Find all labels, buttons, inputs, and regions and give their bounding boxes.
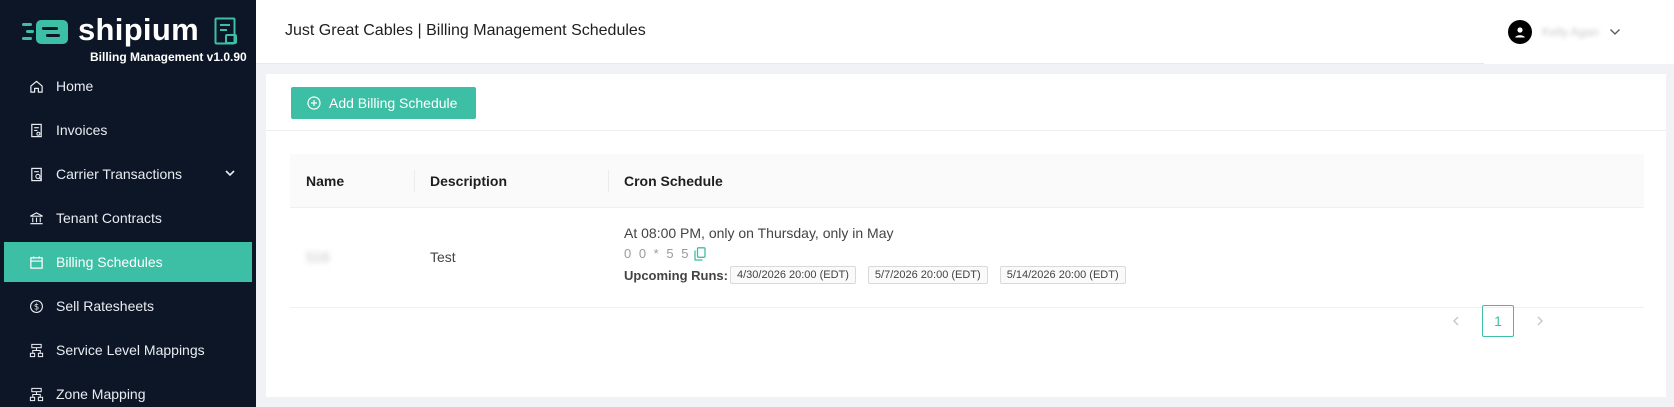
user-menu[interactable]: Kelly Agan — [1508, 20, 1621, 44]
sidebar-item-carrier-transactions[interactable]: Carrier Transactions — [0, 154, 256, 194]
main-content: Add Billing Schedule Name Description Cr… — [266, 74, 1666, 397]
plus-circle-icon — [307, 96, 321, 110]
sidebar-nav: Home Invoices Carrier Transactions Tenan… — [0, 66, 256, 407]
app-version: Billing Management v1.0.90 — [90, 50, 247, 64]
copy-icon[interactable] — [694, 246, 707, 261]
pagination: 1 — [1440, 305, 1556, 337]
bank-icon — [28, 210, 44, 226]
table-row[interactable]: 516 Test At 08:00 PM, only on Thursday, … — [290, 208, 1644, 308]
sidebar-item-zone-mapping[interactable]: Zone Mapping — [0, 374, 256, 407]
add-button-label: Add Billing Schedule — [329, 95, 458, 111]
sidebar-item-label: Sell Ratesheets — [56, 298, 155, 314]
toolbar: Add Billing Schedule — [266, 74, 1666, 131]
column-header-description[interactable]: Description — [430, 154, 507, 208]
user-name: Kelly Agan — [1542, 25, 1599, 39]
sidebar: shipium Billing Management v1.0.90 Home … — [0, 0, 256, 407]
run-tag: 5/14/2026 20:00 (EDT) — [999, 266, 1126, 284]
chevron-down-icon — [1609, 29, 1620, 35]
upcoming-runs: Upcoming Runs: 4/30/2026 20:00 (EDT) 5/7… — [624, 266, 1138, 284]
sidebar-item-label: Invoices — [56, 122, 108, 138]
dollar-icon: $ — [28, 298, 44, 314]
sidebar-item-billing-schedules[interactable]: Billing Schedules — [4, 242, 252, 282]
chevron-down-icon — [225, 170, 235, 177]
sidebar-item-label: Service Level Mappings — [56, 342, 205, 358]
brand-name: shipium — [78, 12, 199, 47]
home-icon — [28, 78, 44, 94]
column-header-cron-schedule[interactable]: Cron Schedule — [624, 154, 723, 208]
cron-expression-text: 0 0 * 5 5 — [624, 246, 691, 261]
sidebar-item-label: Zone Mapping — [56, 386, 146, 402]
svg-text:$: $ — [33, 301, 38, 311]
billing-document-icon — [214, 17, 237, 45]
table-header: Name Description Cron Schedule — [290, 154, 1644, 208]
cron-expression: 0 0 * 5 5 — [624, 246, 707, 261]
page-number[interactable]: 1 — [1482, 305, 1514, 337]
schedules-table: Name Description Cron Schedule 516 Test … — [290, 154, 1644, 308]
sidebar-item-invoices[interactable]: Invoices — [0, 110, 256, 150]
transactions-icon — [28, 166, 44, 182]
header: Just Great Cables | Billing Management S… — [256, 0, 1674, 64]
sidebar-item-label: Tenant Contracts — [56, 210, 162, 226]
chevron-right-icon — [1537, 316, 1543, 326]
schedule-description: Test — [430, 249, 456, 265]
invoice-icon — [28, 122, 44, 138]
sidebar-item-sell-ratesheets[interactable]: $ Sell Ratesheets — [0, 286, 256, 326]
column-header-name[interactable]: Name — [306, 154, 344, 208]
next-page-button[interactable] — [1524, 305, 1556, 337]
prev-page-button[interactable] — [1440, 305, 1472, 337]
header-divider — [256, 63, 1484, 64]
user-icon — [1515, 27, 1525, 38]
column-divider — [414, 170, 415, 192]
run-tag: 5/7/2026 20:00 (EDT) — [867, 266, 988, 284]
schedule-name: 516 — [306, 249, 330, 265]
cluster-icon — [28, 342, 44, 358]
page-title: Just Great Cables | Billing Management S… — [285, 22, 646, 39]
sidebar-item-label: Billing Schedules — [56, 254, 163, 270]
sidebar-item-service-level-mappings[interactable]: Service Level Mappings — [0, 330, 256, 370]
add-billing-schedule-button[interactable]: Add Billing Schedule — [291, 87, 476, 119]
sidebar-item-home[interactable]: Home — [0, 66, 256, 106]
run-tag: 4/30/2026 20:00 (EDT) — [730, 266, 856, 284]
sidebar-item-label: Home — [56, 78, 94, 94]
sidebar-item-label: Carrier Transactions — [56, 166, 183, 182]
calendar-icon — [28, 254, 44, 270]
sidebar-item-tenant-contracts[interactable]: Tenant Contracts — [0, 198, 256, 238]
cluster-icon — [28, 386, 44, 402]
column-divider — [608, 170, 609, 192]
avatar — [1508, 20, 1532, 44]
cron-description: At 08:00 PM, only on Thursday, only in M… — [624, 225, 894, 241]
brand: shipium Billing Management v1.0.90 — [0, 0, 256, 68]
upcoming-runs-label: Upcoming Runs: — [624, 267, 728, 283]
shipium-logo-icon — [22, 20, 68, 44]
chevron-left-icon — [1453, 316, 1459, 326]
